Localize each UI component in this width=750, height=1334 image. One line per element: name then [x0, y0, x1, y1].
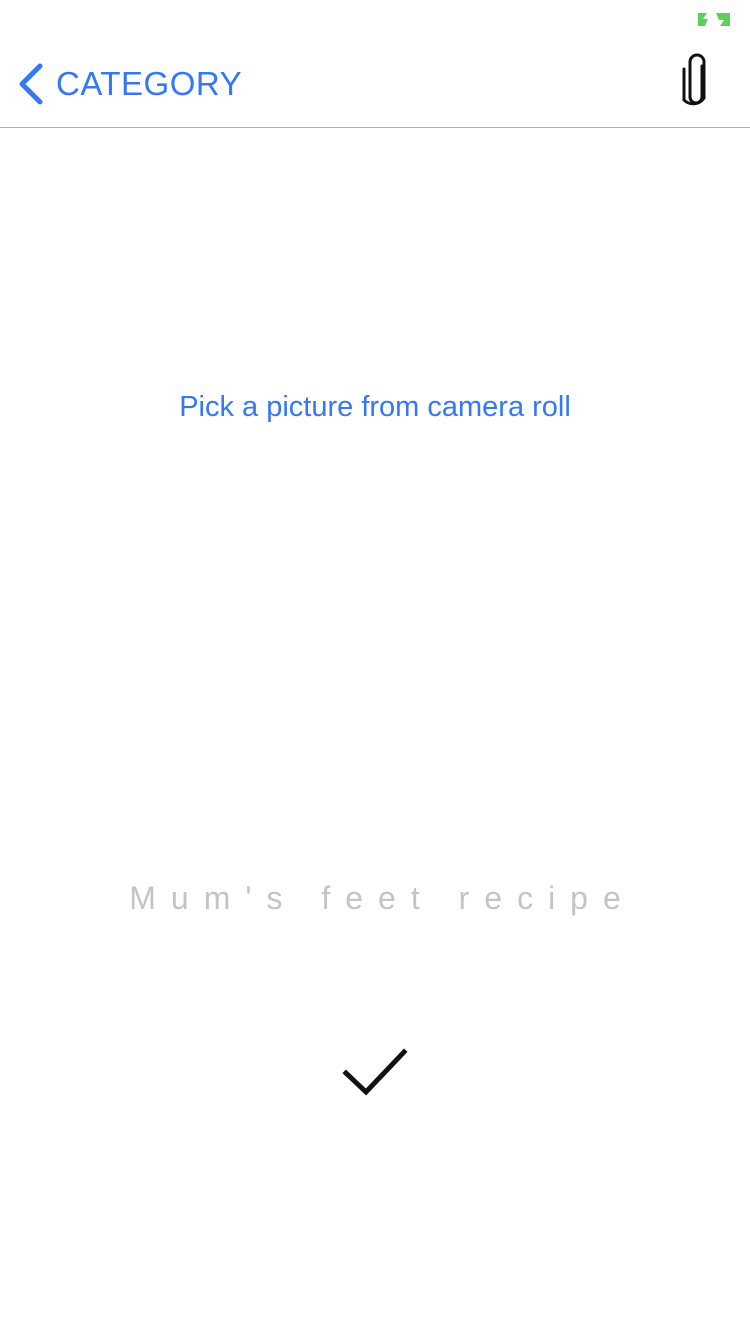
recipe-title-field[interactable]: Mum's feet recipe — [0, 880, 750, 917]
back-button[interactable]: CATEGORY — [16, 60, 242, 108]
back-button-label: CATEGORY — [56, 65, 243, 102]
checkmark-icon[interactable] — [342, 1046, 408, 1098]
paperclip-icon[interactable] — [680, 52, 714, 110]
navigation-bar: CATEGORY — [0, 40, 750, 128]
pick-picture-button[interactable]: Pick a picture from camera roll — [0, 391, 750, 424]
battery-charging-icon — [698, 13, 730, 26]
chevron-left-icon — [19, 63, 43, 105]
status-bar — [0, 0, 750, 40]
